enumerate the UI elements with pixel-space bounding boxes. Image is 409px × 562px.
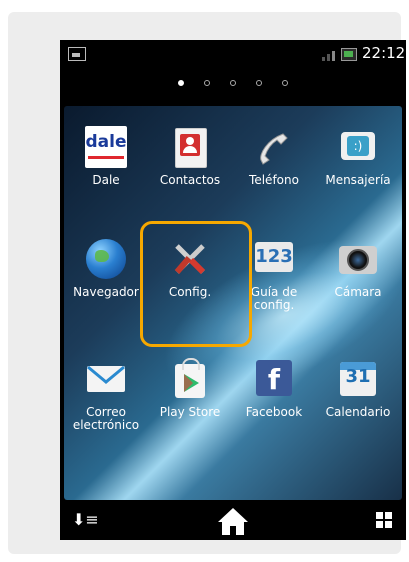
page-dot[interactable] bbox=[256, 80, 262, 86]
status-bar: 22:12 bbox=[60, 40, 406, 68]
app-label: Teléfono bbox=[249, 173, 299, 187]
app-label: Contactos bbox=[159, 173, 221, 187]
page-dot[interactable] bbox=[230, 80, 236, 86]
play-triangle bbox=[184, 374, 199, 392]
device-frame: 22:12 dale Dale Contactos Teléfono:) Me… bbox=[8, 12, 406, 554]
dale-underline bbox=[88, 156, 124, 159]
email-icon bbox=[85, 358, 127, 400]
app-label: Facebook bbox=[245, 405, 303, 419]
home-icon[interactable] bbox=[216, 506, 250, 540]
page-dot[interactable] bbox=[178, 80, 184, 86]
camera-icon bbox=[337, 238, 379, 280]
play-store-icon bbox=[169, 358, 211, 400]
smiley-icon: :) bbox=[347, 136, 369, 156]
globe-land bbox=[95, 250, 109, 262]
dale-icon: dale bbox=[85, 126, 127, 168]
app-correo[interactable]: Correo electrónico bbox=[64, 358, 148, 432]
app-dale[interactable]: dale Dale bbox=[64, 126, 148, 187]
facebook-logo: f bbox=[256, 360, 292, 396]
page-indicator bbox=[60, 80, 406, 86]
nav-bar: ⬇≡ bbox=[60, 500, 406, 540]
home-glyph bbox=[218, 508, 248, 535]
messaging-icon: :) bbox=[337, 126, 379, 168]
app-telefono[interactable]: Teléfono bbox=[232, 126, 316, 187]
highlight-box bbox=[140, 221, 252, 347]
calendar-day: 31 bbox=[345, 366, 371, 387]
app-mensajeria[interactable]: :) Mensajería bbox=[316, 126, 400, 187]
page-dot[interactable] bbox=[204, 80, 210, 86]
contacts-icon bbox=[169, 126, 211, 168]
camera-lens bbox=[347, 249, 369, 271]
app-calendario[interactable]: 31 Calendario bbox=[316, 358, 400, 419]
app-camara[interactable]: Cámara bbox=[316, 238, 400, 299]
app-label: Mensajería bbox=[325, 173, 391, 187]
app-label: Play Store bbox=[159, 405, 221, 419]
app-label: Calendario bbox=[325, 405, 391, 419]
app-contactos[interactable]: Contactos bbox=[148, 126, 232, 187]
battery-icon bbox=[341, 48, 357, 61]
contacts-head bbox=[186, 137, 194, 145]
app-grid-icon[interactable] bbox=[376, 512, 392, 528]
sort-icon[interactable]: ⬇≡ bbox=[72, 510, 99, 529]
phone-screen: 22:12 dale Dale Contactos Teléfono:) Me… bbox=[60, 40, 406, 540]
facebook-icon: f bbox=[253, 358, 295, 400]
app-play-store[interactable]: Play Store bbox=[148, 358, 232, 419]
signal-icon bbox=[322, 49, 335, 61]
app-navegador[interactable]: Navegador bbox=[64, 238, 148, 299]
phone-icon bbox=[253, 126, 295, 168]
app-facebook[interactable]: f Facebook bbox=[232, 358, 316, 419]
app-label: Dale bbox=[92, 173, 120, 187]
dale-logo-text: dale bbox=[85, 132, 127, 152]
status-time: 22:12 bbox=[362, 44, 406, 62]
picture-notification-icon bbox=[68, 47, 86, 61]
envelope-flap bbox=[87, 365, 125, 384]
setup-guide-logo: 123 bbox=[255, 242, 293, 272]
contacts-body bbox=[183, 146, 197, 153]
phone-handset bbox=[260, 133, 288, 165]
app-label: Navegador bbox=[73, 285, 139, 299]
setup-guide-icon: 123 bbox=[253, 238, 295, 280]
globe-icon bbox=[85, 238, 127, 280]
app-label: Cámara bbox=[334, 285, 382, 299]
app-label: Correo electrónico bbox=[72, 405, 140, 432]
page-dot[interactable] bbox=[282, 80, 288, 86]
calendar-icon: 31 bbox=[337, 358, 379, 400]
